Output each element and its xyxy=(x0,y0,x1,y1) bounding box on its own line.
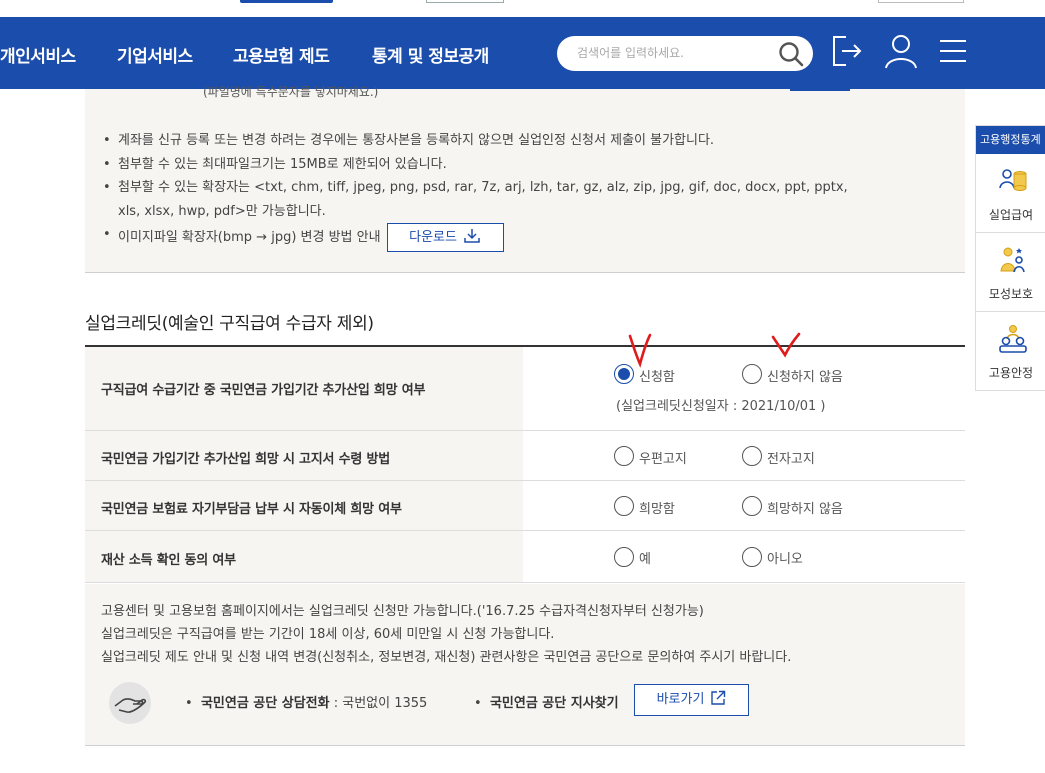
go-label: 바로가기 xyxy=(656,692,705,707)
notice-item-continued: xls, xlsx, hwp, pdf>만 가능합니다. xyxy=(118,203,326,219)
search-icon[interactable] xyxy=(777,40,805,68)
clipped-button[interactable] xyxy=(790,89,850,91)
group-people-icon xyxy=(999,325,1027,353)
branch-finder: • 국민연금 공단 지사찾기 xyxy=(474,696,619,711)
quick-item-employment-stability[interactable]: 고용안정 xyxy=(976,312,1045,391)
radio-no[interactable] xyxy=(742,547,762,567)
radio-label: 아니오 xyxy=(767,552,803,567)
radio-hope[interactable] xyxy=(614,496,634,516)
notice-item: 첨부할 수 있는 확장자는 <txt, chm, tiff, jpeg, png… xyxy=(103,176,883,200)
top-tab-active[interactable] xyxy=(240,0,333,3)
top-utility-buttons[interactable] xyxy=(878,0,964,3)
download-label: 다운로드 xyxy=(409,230,457,245)
phone-value: : 국번없이 1355 xyxy=(333,696,428,711)
row-label: 국민연금 보험료 자기부담금 납부 시 자동이체 희망 여부 xyxy=(101,502,402,517)
notice-box: (파일명에 특수문자를 넣지마세요.) 계좌를 신규 등록 또는 변경 하려는 … xyxy=(85,85,965,273)
coins-person-icon xyxy=(999,169,1027,191)
search-box xyxy=(557,36,813,71)
image-ext-guide: 이미지파일 확장자(bmp → jpg) 변경 방법 안내 xyxy=(118,230,381,245)
download-button[interactable]: 다운로드 xyxy=(386,223,504,252)
check-mark-icon xyxy=(628,333,652,368)
download-icon xyxy=(464,229,480,243)
row-label: 재산 소득 확인 동의 여부 xyxy=(101,553,236,568)
quick-item-label: 실업급여 xyxy=(988,208,1034,222)
notice-item: 계좌를 신규 등록 또는 변경 하려는 경우에는 통장사본을 등록하지 않으면 … xyxy=(103,129,883,153)
menu-icon[interactable] xyxy=(936,33,970,69)
nav-business-service[interactable]: 기업서비스 xyxy=(117,42,193,67)
radio-not-hope[interactable] xyxy=(742,496,762,516)
credit-form-table: 구직급여 수급기간 중 국민연금 가입기간 추가산입 희망 여부 신청함 신청하… xyxy=(85,345,965,583)
apply-date-note: (실업크레딧신청일자 : 2021/10/01 ) xyxy=(616,399,826,414)
hand-icon xyxy=(109,682,151,724)
info-box: 고용센터 및 고용보험 홈페이지에서는 실업크레딧 신청만 가능합니다.('16… xyxy=(85,584,965,746)
form-row: 국민연금 가입기간 추가산입 희망 시 고지서 수령 방법 우편고지 전자고지 xyxy=(85,431,965,481)
external-link-icon xyxy=(711,690,726,705)
quick-menu: 고용행정통계 실업급여 모성보호 고용안정 xyxy=(975,125,1045,391)
go-branch-button[interactable]: 바로가기 xyxy=(634,684,749,716)
top-tab[interactable] xyxy=(426,0,504,3)
row-label: 구직급여 수급기간 중 국민연금 가입기간 추가산입 희망 여부 xyxy=(101,383,426,398)
radio-label: 희망함 xyxy=(639,502,675,517)
radio-yes[interactable] xyxy=(614,547,634,567)
section-title: 실업크레딧(예술인 구직급여 수급자 제외) xyxy=(85,314,374,334)
radio-electronic[interactable] xyxy=(742,446,762,466)
row-label: 국민연금 가입기간 추가산입 희망 시 고지서 수령 방법 xyxy=(101,452,391,467)
form-row: 구직급여 수급기간 중 국민연금 가입기간 추가산입 희망 여부 신청함 신청하… xyxy=(85,347,965,431)
phone-contact: • 국민연금 공단 상담전화 : 국번없이 1355 xyxy=(185,696,428,711)
top-strip xyxy=(0,0,1045,17)
notice-item: 이미지파일 확장자(bmp → jpg) 변경 방법 안내 다운로드 xyxy=(103,223,883,252)
info-line: 고용센터 및 고용보험 홈페이지에서는 실업크레딧 신청만 가능합니다.('16… xyxy=(101,604,704,619)
form-row: 재산 소득 확인 동의 여부 예 아니오 xyxy=(85,531,965,583)
quick-item-unemployment-benefit[interactable]: 실업급여 xyxy=(976,154,1045,233)
filename-warning: (파일명에 특수문자를 넣지마세요.) xyxy=(203,85,379,99)
radio-label: 우편고지 xyxy=(639,452,687,467)
nav-insurance-system[interactable]: 고용보험 제도 xyxy=(233,42,330,67)
radio-mail[interactable] xyxy=(614,446,634,466)
quick-item-label: 고용안정 xyxy=(988,366,1034,380)
form-row: 국민연금 보험료 자기부담금 납부 시 자동이체 희망 여부 희망함 희망하지 … xyxy=(85,481,965,531)
radio-label: 신청하지 않음 xyxy=(767,370,843,385)
notice-item: 첨부할 수 있는 최대파일크기는 15MB로 제한되어 있습니다. xyxy=(103,153,883,177)
mother-child-icon xyxy=(1000,247,1025,273)
search-input[interactable] xyxy=(577,43,767,63)
quick-menu-title: 고용행정통계 xyxy=(976,126,1045,154)
check-mark-icon xyxy=(771,332,801,358)
nav-statistics[interactable]: 통계 및 정보공개 xyxy=(372,42,489,67)
logout-icon[interactable] xyxy=(830,33,864,69)
branch-label: 국민연금 공단 지사찾기 xyxy=(489,696,619,711)
user-icon[interactable] xyxy=(884,33,918,69)
info-line: 실업크레딧은 구직급여를 받는 기간이 18세 이상, 60세 미만일 시 신청… xyxy=(101,627,555,642)
radio-not-apply[interactable] xyxy=(742,364,762,384)
notice-list: 계좌를 신규 등록 또는 변경 하려는 경우에는 통장사본을 등록하지 않으면 … xyxy=(103,129,883,252)
quick-item-label: 모성보호 xyxy=(988,287,1034,301)
radio-label: 희망하지 않음 xyxy=(767,502,843,517)
phone-label: 국민연금 공단 상담전화 xyxy=(200,696,330,711)
info-lines: 고용센터 및 고용보험 홈페이지에서는 실업크레딧 신청만 가능합니다.('16… xyxy=(101,600,791,669)
info-line: 실업크레딧 제도 안내 및 신청 내역 변경(신청취소, 정보변경, 재신청) … xyxy=(101,650,792,665)
notice-item-cont: xls, xlsx, hwp, pdf>만 가능합니다. xyxy=(103,200,883,224)
quick-item-maternity[interactable]: 모성보호 xyxy=(976,233,1045,312)
global-header: 개인서비스 기업서비스 고용보험 제도 통계 및 정보공개 xyxy=(0,17,1045,89)
radio-label: 전자고지 xyxy=(767,452,815,467)
radio-label: 예 xyxy=(639,552,651,567)
nav-personal-service[interactable]: 개인서비스 xyxy=(0,42,76,67)
